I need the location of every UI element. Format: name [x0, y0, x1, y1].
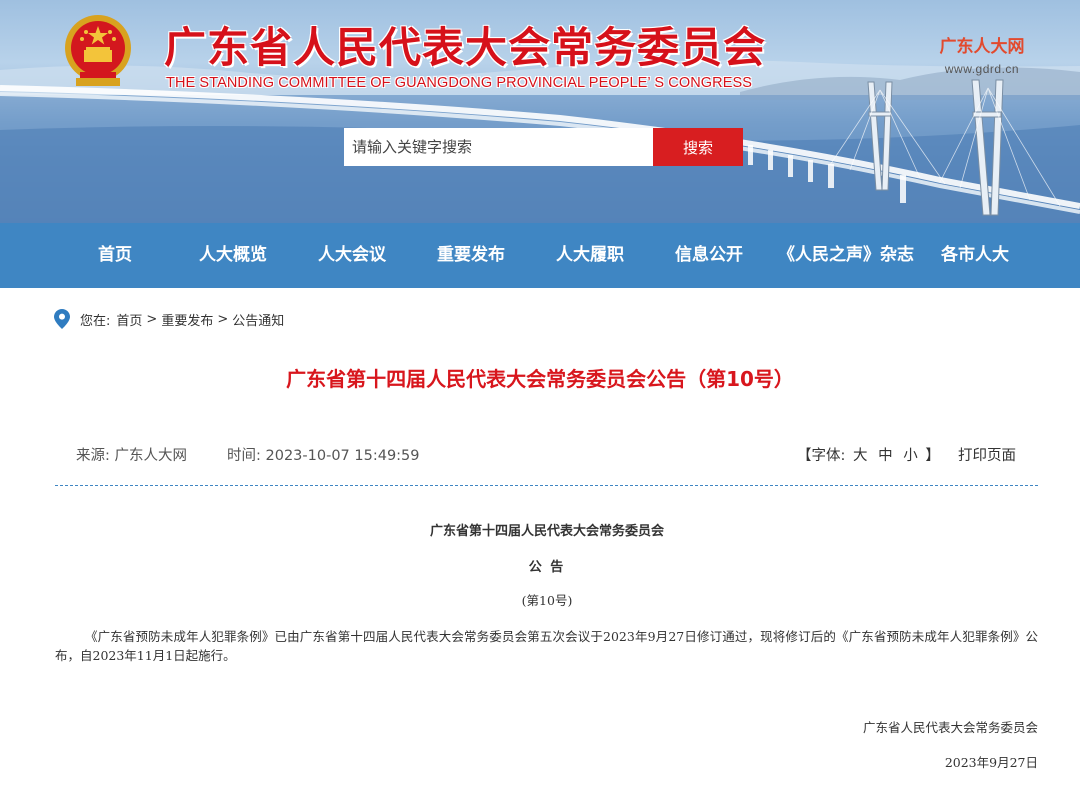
national-emblem-icon	[65, 15, 131, 86]
article-time: 时间: 2023-10-07 15:49:59	[227, 444, 420, 464]
time-label: 时间:	[227, 448, 261, 464]
source-label: 来源:	[76, 448, 110, 464]
nav-item-meetings[interactable]: 人大会议	[318, 223, 386, 288]
nav-item-duties[interactable]: 人大履职	[556, 223, 624, 288]
font-size-large[interactable]: 大	[853, 448, 868, 464]
signature-org: 广东省人民代表大会常务委员会	[862, 720, 1038, 735]
article-source: 来源: 广东人大网	[76, 444, 187, 464]
breadcrumb-item-notices[interactable]: 公告通知	[232, 310, 284, 329]
breadcrumb-item-releases[interactable]: 重要发布	[161, 310, 213, 329]
breadcrumb-separator: >	[217, 311, 229, 327]
article-title: 广东省第十四届人民代表大会常务委员会公告（第10号）	[286, 367, 794, 391]
font-size-switcher: 【字体: 大 中 小 】	[797, 444, 940, 464]
search-button[interactable]: 搜索	[653, 128, 743, 166]
divider	[55, 485, 1038, 486]
document-org: 广东省第十四届人民代表大会常务委员会	[429, 524, 664, 539]
site-subtitle: THE STANDING COMMITTEE OF GUANGDONG PROV…	[166, 75, 753, 91]
location-pin-icon	[54, 309, 70, 329]
brand-logo[interactable]: 广东人大网 www.gdrd.cn	[932, 32, 1032, 76]
source-value: 广东人大网	[114, 448, 188, 464]
nav-item-home[interactable]: 首页	[98, 223, 132, 288]
search-box: 搜索	[344, 128, 743, 166]
breadcrumb-item-home[interactable]: 首页	[116, 310, 142, 329]
font-size-small[interactable]: 小	[903, 448, 918, 464]
nav-item-magazine[interactable]: 《人民之声》杂志	[778, 223, 914, 288]
nav-item-info-disclosure[interactable]: 信息公开	[675, 223, 743, 288]
breadcrumb-prefix: 您在:	[80, 313, 111, 329]
brand-name: 广东人大网	[939, 37, 1025, 57]
font-size-medium[interactable]: 中	[878, 448, 893, 464]
nav-item-releases[interactable]: 重要发布	[437, 223, 505, 288]
document-paragraph: 《广东省预防未成年人犯罪条例》已由广东省第十四届人民代表大会常务委员会第五次会议…	[55, 629, 1038, 663]
site-title: 广东省人民代表大会常务委员会	[164, 23, 767, 72]
breadcrumb: 您在: 首页 > 重要发布 > 公告通知	[54, 309, 284, 329]
signature-date: 2023年9月27日	[944, 755, 1038, 770]
nav-item-city-congresses[interactable]: 各市人大	[941, 223, 1009, 288]
font-label-open: 【字体:	[797, 448, 846, 464]
main-nav: 首页 人大概览 人大会议 重要发布 人大履职 信息公开 《人民之声》杂志 各市人…	[0, 223, 1080, 288]
breadcrumb-separator: >	[146, 311, 158, 327]
font-label-close: 】	[925, 448, 940, 464]
document-kind: 公 告	[528, 560, 566, 575]
time-value: 2023-10-07 15:49:59	[265, 448, 420, 464]
brand-url: www.gdrd.cn	[944, 62, 1020, 76]
document-number: (第10号)	[521, 593, 573, 608]
nav-item-overview[interactable]: 人大概览	[199, 223, 267, 288]
print-page-link[interactable]: 打印页面	[958, 444, 1016, 464]
header-banner: 广东省人民代表大会常务委员会 THE STANDING COMMITTEE OF…	[0, 0, 1080, 223]
search-input[interactable]	[344, 128, 653, 166]
